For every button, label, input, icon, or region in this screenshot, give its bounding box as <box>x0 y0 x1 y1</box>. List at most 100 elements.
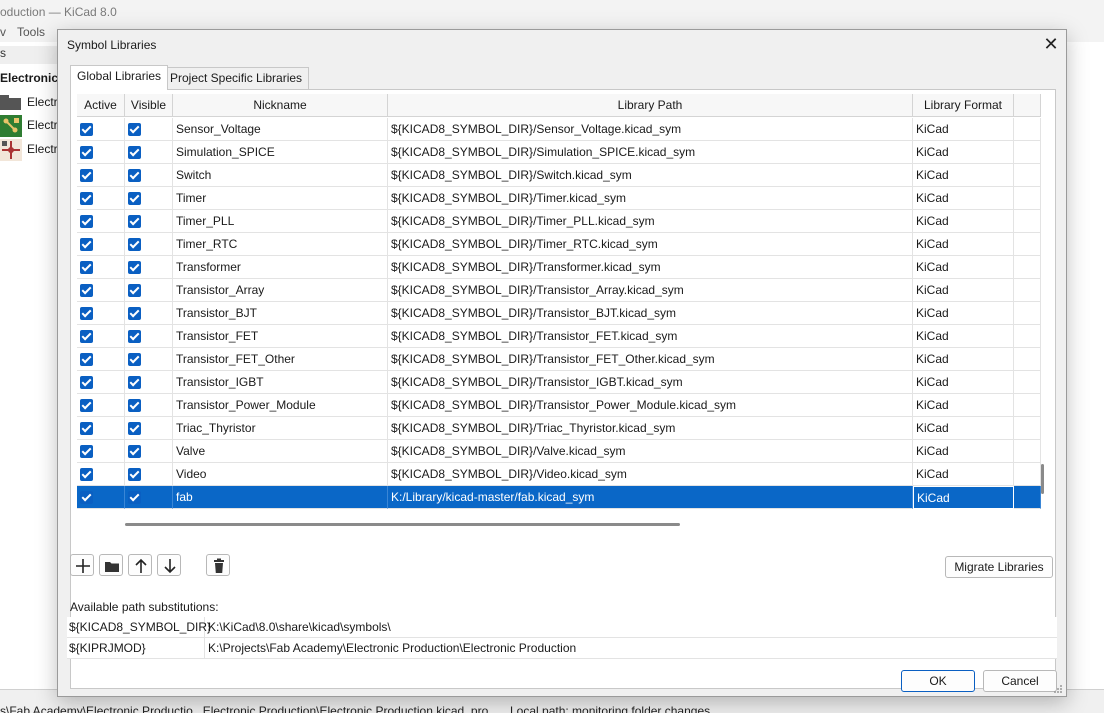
tab-project-specific-libraries[interactable]: Project Specific Libraries <box>163 67 310 89</box>
visible-cell[interactable] <box>125 463 173 486</box>
library-format-cell[interactable]: KiCad <box>913 187 1014 210</box>
active-checkbox[interactable] <box>80 399 93 412</box>
library-format-cell[interactable]: KiCad <box>913 118 1014 141</box>
visible-checkbox[interactable] <box>128 376 141 389</box>
resize-grip-icon[interactable] <box>1053 684 1063 694</box>
visible-checkbox[interactable] <box>128 307 141 320</box>
visible-cell[interactable] <box>125 141 173 164</box>
active-cell[interactable] <box>77 279 125 302</box>
visible-cell[interactable] <box>125 325 173 348</box>
library-row[interactable]: Simulation_SPICE ${KICAD8_SYMBOL_DIR}/Sim… <box>77 141 1041 164</box>
visible-cell[interactable] <box>125 440 173 463</box>
move-up-button[interactable] <box>128 554 152 576</box>
library-format-cell[interactable]: KiCad <box>913 256 1014 279</box>
visible-checkbox[interactable] <box>128 123 141 136</box>
active-checkbox[interactable] <box>80 261 93 274</box>
visible-checkbox[interactable] <box>128 261 141 274</box>
nickname-cell[interactable]: Triac_Thyristor <box>173 417 388 440</box>
visible-checkbox[interactable] <box>128 330 141 343</box>
library-path-cell[interactable]: ${KICAD8_SYMBOL_DIR}/Sensor_Voltage.kica… <box>388 118 913 141</box>
visible-cell[interactable] <box>125 417 173 440</box>
menu-view-partial[interactable]: v <box>0 25 6 39</box>
library-row[interactable]: Transistor_Power_Module ${KICAD8_SYMBOL_D… <box>77 394 1041 417</box>
nickname-cell[interactable]: Transistor_IGBT <box>173 371 388 394</box>
column-header-active[interactable]: Active <box>77 94 125 117</box>
library-format-cell[interactable]: KiCad <box>913 210 1014 233</box>
active-checkbox[interactable] <box>80 491 93 504</box>
library-path-cell[interactable]: ${KICAD8_SYMBOL_DIR}/Triac_Thyristor.kic… <box>388 417 913 440</box>
library-row[interactable]: Valve ${KICAD8_SYMBOL_DIR}/Valve.kicad_sy… <box>77 440 1041 463</box>
visible-cell[interactable] <box>125 164 173 187</box>
active-cell[interactable] <box>77 256 125 279</box>
library-path-cell[interactable]: ${KICAD8_SYMBOL_DIR}/Switch.kicad_sym <box>388 164 913 187</box>
nickname-cell[interactable]: Transistor_BJT <box>173 302 388 325</box>
active-checkbox[interactable] <box>80 284 93 297</box>
active-cell[interactable] <box>77 164 125 187</box>
library-row[interactable]: Transformer ${KICAD8_SYMBOL_DIR}/Transfor… <box>77 256 1041 279</box>
active-checkbox[interactable] <box>80 169 93 182</box>
visible-cell[interactable] <box>125 394 173 417</box>
nickname-cell[interactable]: Transformer <box>173 256 388 279</box>
nickname-cell[interactable]: Timer_RTC <box>173 233 388 256</box>
library-path-cell[interactable]: ${KICAD8_SYMBOL_DIR}/Transistor_IGBT.kic… <box>388 371 913 394</box>
active-checkbox[interactable] <box>80 353 93 366</box>
library-format-cell[interactable]: KiCad <box>913 325 1014 348</box>
visible-cell[interactable] <box>125 233 173 256</box>
tab-global-libraries[interactable]: Global Libraries <box>70 65 169 90</box>
library-path-cell[interactable]: ${KICAD8_SYMBOL_DIR}/Timer_PLL.kicad_sym <box>388 210 913 233</box>
nickname-cell[interactable]: Valve <box>173 440 388 463</box>
active-cell[interactable] <box>77 325 125 348</box>
nickname-cell[interactable]: Switch <box>173 164 388 187</box>
active-checkbox[interactable] <box>80 123 93 136</box>
library-format-cell[interactable]: KiCad <box>913 302 1014 325</box>
library-row[interactable]: fab K:/Library/kicad-master/fab.kicad_sym… <box>77 486 1041 509</box>
nickname-cell[interactable]: Timer <box>173 187 388 210</box>
cancel-button[interactable]: Cancel <box>983 670 1057 692</box>
remove-library-button[interactable] <box>206 554 230 576</box>
library-row[interactable]: Video ${KICAD8_SYMBOL_DIR}/Video.kicad_sy… <box>77 463 1041 486</box>
active-cell[interactable] <box>77 187 125 210</box>
library-format-cell[interactable]: KiCad <box>913 394 1014 417</box>
library-path-cell[interactable]: ${KICAD8_SYMBOL_DIR}/Transistor_BJT.kica… <box>388 302 913 325</box>
active-checkbox[interactable] <box>80 238 93 251</box>
visible-cell[interactable] <box>125 210 173 233</box>
library-format-cell[interactable]: KiCad <box>913 348 1014 371</box>
library-format-cell[interactable]: KiCad <box>913 486 1014 509</box>
add-library-button[interactable] <box>70 554 94 576</box>
substitution-row[interactable]: ${KICAD8_SYMBOL_DIR} K:\KiCad\8.0\share\… <box>67 617 1057 638</box>
library-path-cell[interactable]: ${KICAD8_SYMBOL_DIR}/Transformer.kicad_s… <box>388 256 913 279</box>
library-row[interactable]: Transistor_Array ${KICAD8_SYMBOL_DIR}/Tra… <box>77 279 1041 302</box>
visible-checkbox[interactable] <box>128 215 141 228</box>
library-row[interactable]: Transistor_BJT ${KICAD8_SYMBOL_DIR}/Trans… <box>77 302 1041 325</box>
column-header-visible[interactable]: Visible <box>125 94 173 117</box>
visible-cell[interactable] <box>125 302 173 325</box>
library-row[interactable]: Triac_Thyristor ${KICAD8_SYMBOL_DIR}/Tria… <box>77 417 1041 440</box>
visible-checkbox[interactable] <box>128 169 141 182</box>
active-cell[interactable] <box>77 417 125 440</box>
library-format-cell[interactable]: KiCad <box>913 440 1014 463</box>
visible-checkbox[interactable] <box>128 422 141 435</box>
substitution-row[interactable]: ${KIPRJMOD} K:\Projects\Fab Academy\Elec… <box>67 638 1057 659</box>
nickname-cell[interactable]: Simulation_SPICE <box>173 141 388 164</box>
visible-cell[interactable] <box>125 118 173 141</box>
library-format-cell[interactable]: KiCad <box>913 279 1014 302</box>
active-cell[interactable] <box>77 118 125 141</box>
library-row[interactable]: Timer_RTC ${KICAD8_SYMBOL_DIR}/Timer_RTC.… <box>77 233 1041 256</box>
active-checkbox[interactable] <box>80 330 93 343</box>
visible-checkbox[interactable] <box>128 468 141 481</box>
active-checkbox[interactable] <box>80 192 93 205</box>
library-row[interactable]: Timer ${KICAD8_SYMBOL_DIR}/Timer.kicad_sy… <box>77 187 1041 210</box>
library-path-cell[interactable]: ${KICAD8_SYMBOL_DIR}/Simulation_SPICE.ki… <box>388 141 913 164</box>
active-cell[interactable] <box>77 302 125 325</box>
horizontal-scrollbar[interactable] <box>125 523 680 526</box>
active-cell[interactable] <box>77 233 125 256</box>
column-header-nickname[interactable]: Nickname <box>173 94 388 117</box>
nickname-cell[interactable]: Transistor_FET <box>173 325 388 348</box>
active-cell[interactable] <box>77 210 125 233</box>
library-path-cell[interactable]: ${KICAD8_SYMBOL_DIR}/Video.kicad_sym <box>388 463 913 486</box>
visible-cell[interactable] <box>125 371 173 394</box>
active-cell[interactable] <box>77 394 125 417</box>
library-path-cell[interactable]: ${KICAD8_SYMBOL_DIR}/Transistor_FET.kica… <box>388 325 913 348</box>
nickname-cell[interactable]: fab <box>173 486 388 509</box>
library-row[interactable]: Timer_PLL ${KICAD8_SYMBOL_DIR}/Timer_PLL.… <box>77 210 1041 233</box>
